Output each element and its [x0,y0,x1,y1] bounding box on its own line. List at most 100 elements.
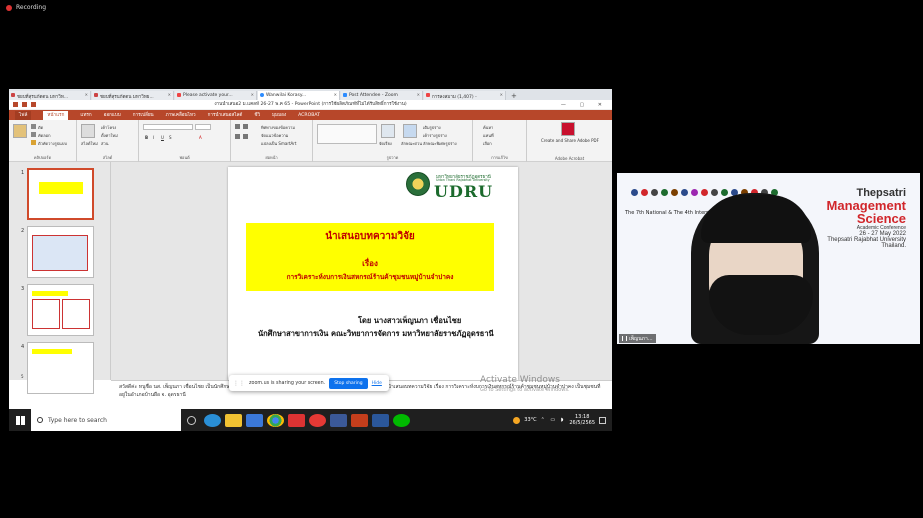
tab-insert[interactable]: แทรก [80,112,91,119]
strikethrough-button[interactable]: S [169,135,172,140]
slide-thumbnail[interactable] [27,168,94,220]
slide-thumbnail[interactable] [27,226,94,278]
replace-button[interactable]: แทนที่ [483,132,494,139]
close-icon[interactable]: ✕ [85,92,88,97]
adobe-pdf-icon[interactable] [561,122,575,136]
word-icon[interactable] [372,413,389,427]
arrange-button[interactable]: จัดเรียง [379,140,392,147]
browser-tab-strip: ชยบที่สุรบภัตตน มหาวิท... ✕ ชยบที่สุรบภัต… [9,89,612,100]
close-icon[interactable]: ✕ [417,92,420,97]
hide-button[interactable]: Hide [372,381,382,386]
stop-sharing-button[interactable]: Stop sharing [329,377,368,389]
browser-tab[interactable]: ชยบที่สุรบภัตตน มหาวิทย... ✕ [92,91,174,100]
recording-indicator: Recording [6,4,46,11]
tray-icons[interactable]: ⌃ ▭ ◗ [541,417,566,423]
new-slide-icon[interactable] [81,124,95,138]
tab-design[interactable]: ออกแบบ [104,112,121,119]
arrange-icon[interactable] [381,124,395,138]
tab-view[interactable]: มุมมอง [272,112,286,119]
slide-thumbnail[interactable] [27,284,94,336]
undo-icon[interactable] [22,102,27,107]
format-painter-icon [31,140,36,145]
chrome-icon[interactable] [267,413,284,427]
new-tab-button[interactable]: + [507,92,521,100]
file-explorer-icon[interactable] [225,413,242,427]
font-size-field[interactable] [195,124,211,130]
align-left-icon[interactable] [235,134,240,139]
shape-outline-button[interactable]: เค้าร่างรูปร่าง [423,132,447,139]
tab-review[interactable]: ชีวิ [254,112,260,119]
shapes-gallery[interactable] [317,124,377,144]
numbering-icon[interactable] [243,124,248,129]
format-painter-button[interactable]: ตัวคัดวางรูปแบบ [38,140,67,147]
zoom-icon [343,93,347,97]
tab-slideshow[interactable]: การนำเสนอสไลด์ [208,112,243,119]
section-button[interactable]: ส่วน [101,140,108,147]
save-icon[interactable] [13,102,18,107]
tab-animations[interactable]: ภาพเคลื่อนไหว [166,112,196,119]
cut-icon [31,124,36,129]
task-view-icon[interactable] [187,415,196,425]
close-icon[interactable]: ✕ [334,92,337,97]
quick-styles-button[interactable]: ลักษณะด่วน [401,140,422,147]
bold-button[interactable]: B [145,135,148,140]
current-slide[interactable]: มหาวิทยาลัยราชภัฏอุดรธานี Udon Thani Raj… [228,167,518,380]
paste-icon[interactable] [13,124,27,138]
italic-button[interactable]: I [153,135,154,140]
clock[interactable]: 13:18 26/5/2565 [569,414,595,426]
smartart-button[interactable]: แปลงเป็น SmartArt [261,140,296,147]
select-button[interactable]: เลือก [483,140,492,147]
facebook-icon[interactable] [330,413,347,427]
redo-icon[interactable] [31,102,36,107]
app-red-icon[interactable] [288,413,305,427]
align-text-button[interactable]: จัดแนวข้อความ [261,132,288,139]
weather-icon [513,416,521,424]
slides-group: สไลด์ใหม่ เค้าโครง ตั้งค่าใหม่ ส่วน สไลด… [77,120,139,162]
shape-effects-button[interactable]: ลักษณะพิเศษรูปร่าง [423,140,457,147]
tab-favicon-icon [11,93,15,97]
underline-button[interactable]: U [161,135,164,140]
quick-styles-icon[interactable] [403,124,417,138]
close-icon[interactable]: ✕ [251,92,254,97]
align-center-icon[interactable] [243,134,248,139]
powerpoint-icon[interactable] [351,413,368,427]
bullets-icon[interactable] [235,124,240,129]
text-direction-button[interactable]: ทิศทางของข้อความ [261,124,295,131]
taskbar-search[interactable]: Type here to search [31,409,181,431]
tab-file[interactable]: ไฟล์ [15,110,32,120]
windows-logo-icon [15,415,25,425]
window-controls[interactable]: — ▢ ✕ [561,100,608,110]
start-button[interactable] [9,409,31,431]
font-name-field[interactable] [143,124,193,130]
browser-tab[interactable]: Wanwilai Korasy... ✕ [258,91,340,100]
edge-icon[interactable] [204,413,221,427]
drawing-group: จัดเรียง ลักษณะด่วน เติมรูปร่าง เค้าร่าง… [313,120,473,162]
line-icon[interactable] [393,413,410,427]
font-color-button[interactable]: A [199,135,202,140]
tab-home[interactable]: หน้าแรก [43,110,69,120]
mail-icon[interactable] [246,413,263,427]
reset-button[interactable]: ตั้งค่าใหม่ [101,132,118,139]
tab-transitions[interactable]: การเปลี่ยน [133,112,154,119]
tab-acrobat[interactable]: ACROBAT [298,113,320,118]
shape-fill-button[interactable]: เติมรูปร่าง [423,124,441,131]
close-icon[interactable]: ✕ [500,92,503,97]
browser-tab[interactable]: การลงสมาม (1,407) - ✕ [424,91,506,100]
browser-tab[interactable]: Please activate your... ✕ [175,91,257,100]
create-share-pdf-button[interactable]: Create and Share Adobe PDF [535,138,605,143]
close-icon[interactable]: ✕ [168,92,171,97]
browser-tab[interactable]: ชยบที่สุรบภัตตน มหาวิท... ✕ [9,91,91,100]
opera-icon[interactable] [309,413,326,427]
gmail-icon [426,93,430,97]
drag-handle-icon[interactable]: ⋮⋮ [233,380,245,387]
participant-video[interactable]: The 7th National & The 4th International… [617,173,920,344]
quick-access-toolbar [13,102,36,107]
cut-button[interactable]: ตัด [38,124,43,131]
notifications-icon[interactable] [599,416,606,424]
browser-tab[interactable]: Post Attendee - Zoom ✕ [341,91,423,100]
copy-button[interactable]: คัดลอก [38,132,51,139]
layout-button[interactable]: เค้าโครง [101,124,116,131]
new-slide-button[interactable]: สไลด์ใหม่ [81,140,98,147]
find-button[interactable]: ค้นหา [483,124,493,131]
slide-thumbnail[interactable] [27,342,94,394]
